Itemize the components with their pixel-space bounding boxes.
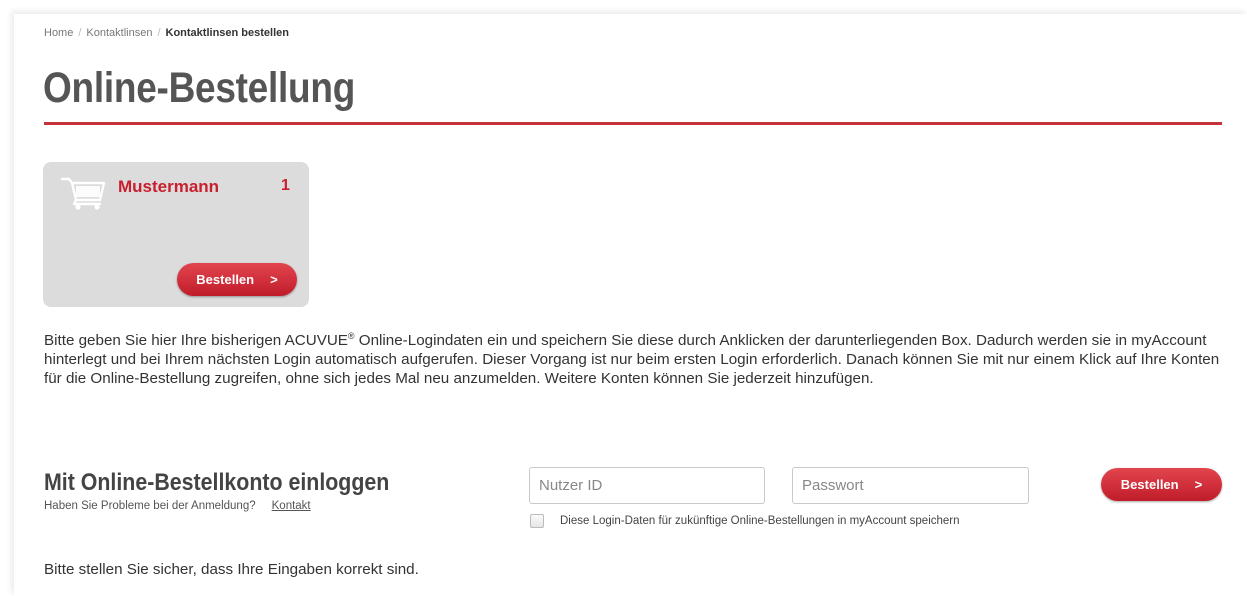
remember-checkbox[interactable]	[530, 514, 544, 528]
breadcrumb: Home / Kontaktlinsen / Kontaktlinsen bestell…	[44, 27, 289, 39]
info-text-part1: Bitte geben Sie hier Ihre bisherigen ACU…	[44, 332, 348, 349]
remember-label: Diese Login-Daten für zukünftige Online-…	[560, 515, 960, 527]
login-order-button-label: Bestellen	[1120, 477, 1179, 492]
card-order-button-label: Bestellen	[196, 272, 255, 287]
info-paragraph: Bitte geben Sie hier Ihre bisherigen ACU…	[44, 327, 1224, 388]
breadcrumb-separator: /	[157, 27, 161, 39]
login-help: Haben Sie Probleme bei der Anmeldung? Kon…	[44, 500, 311, 512]
chevron-right-icon: >	[1194, 477, 1203, 492]
account-card: Mustermann 1 Bestellen >	[43, 162, 309, 307]
user-id-input[interactable]	[529, 467, 765, 504]
card-order-button[interactable]: Bestellen >	[177, 263, 297, 296]
title-divider	[44, 122, 1222, 125]
login-order-button[interactable]: Bestellen >	[1101, 468, 1222, 501]
breadcrumb-home-link[interactable]: Home	[44, 27, 73, 39]
account-name: Mustermann	[118, 177, 220, 196]
breadcrumb-kontaktlinsen-link[interactable]: Kontaktlinsen	[86, 27, 152, 39]
breadcrumb-current: Kontaktlinsen bestellen	[165, 27, 289, 39]
chevron-right-icon: >	[270, 272, 278, 287]
account-count: 1	[281, 177, 290, 194]
registered-mark: ®	[347, 331, 355, 341]
login-heading: Mit Online-Bestellkonto einloggen	[44, 469, 390, 496]
page-title: Online-Bestellung	[43, 64, 356, 112]
validation-notice: Bitte stellen Sie sicher, dass Ihre Eing…	[44, 561, 419, 578]
breadcrumb-separator: /	[78, 27, 82, 39]
cart-icon	[60, 177, 106, 210]
contact-link[interactable]: Kontakt	[272, 500, 311, 512]
password-input[interactable]	[792, 467, 1029, 504]
remember-row: Diese Login-Daten für zukünftige Online-…	[530, 514, 960, 528]
login-help-text: Haben Sie Probleme bei der Anmeldung?	[44, 500, 256, 512]
